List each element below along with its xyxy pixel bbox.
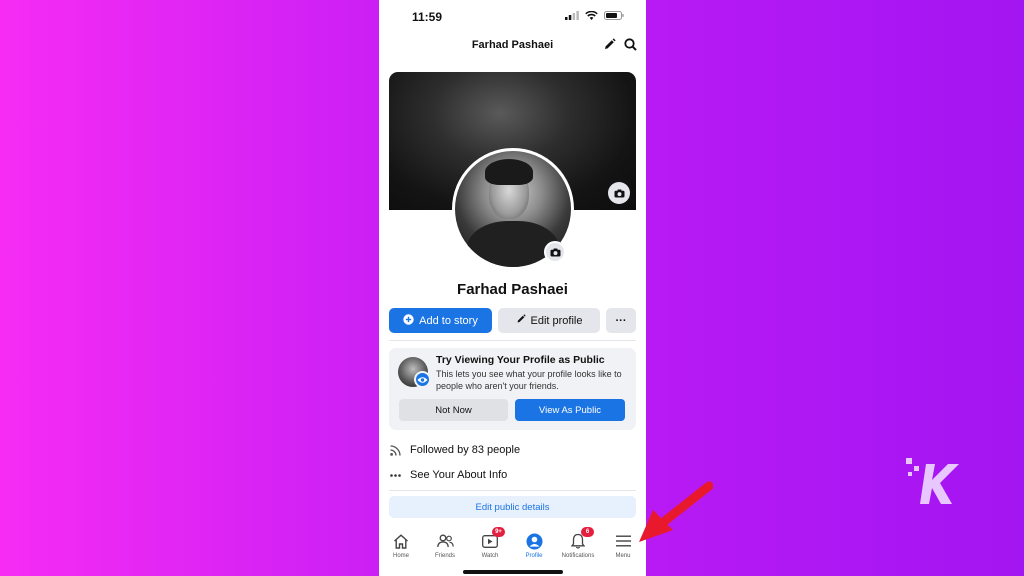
edit-profile-button[interactable]: Edit profile [498,308,600,333]
battery-icon [604,11,624,20]
card-description: This lets you see what your profile look… [436,369,622,391]
bell-icon: 6 [571,527,594,550]
status-bar: 11:59 [379,0,646,34]
pencil-icon[interactable] [603,38,616,56]
tab-profile[interactable]: Profile [512,522,556,562]
about-info-text: See Your About Info [410,469,508,481]
view-as-public-card: Try Viewing Your Profile as Public This … [389,348,636,430]
friends-icon [436,532,454,550]
edit-public-details-button[interactable]: Edit public details [389,496,636,518]
avatar-hair [485,159,533,185]
home-indicator [463,570,563,574]
tab-label: Profile [525,553,543,559]
tab-label: Watch [481,553,499,559]
status-time: 11:59 [412,10,443,24]
more-dots-icon [390,473,401,477]
cover-camera-icon[interactable] [608,182,630,204]
profile-icon [526,532,543,550]
pencil-icon [516,314,526,327]
not-now-button[interactable]: Not Now [399,399,508,421]
wifi-icon [585,11,598,20]
home-icon [393,532,409,550]
avatar-body [467,221,559,267]
watch-icon: 9+ [482,527,505,550]
rss-icon [390,444,401,456]
plus-circle-icon [403,313,414,328]
divider [389,340,636,341]
search-icon[interactable] [624,38,637,56]
status-icons [565,11,624,20]
menu-icon [615,532,631,550]
signal-icon [565,11,579,20]
followers-text: Followed by 83 people [410,444,521,456]
brand-logo-icon [904,454,964,510]
profile-actions: Add to story Edit profile ··· [389,308,636,333]
profile-name: Farhad Pashaei [457,281,568,298]
card-title: Try Viewing Your Profile as Public [436,354,605,366]
view-as-public-button[interactable]: View As Public [515,399,625,421]
bottom-tab-bar: Home Friends 9+ Watch Profile 6 Notifica… [379,522,646,568]
watch-badge: 9+ [492,527,505,537]
notifications-badge: 6 [581,527,594,537]
add-to-story-label: Add to story [419,314,478,327]
top-header: Farhad Pashaei [379,34,646,58]
tab-label: Friends [434,553,455,559]
add-to-story-button[interactable]: Add to story [389,308,492,333]
avatar-camera-icon[interactable] [544,241,566,263]
divider [389,490,636,491]
tab-home[interactable]: Home [379,522,423,562]
more-options-button[interactable]: ··· [606,308,636,333]
followers-row[interactable]: Followed by 83 people [390,442,520,458]
tab-label: Menu [615,553,631,559]
phone-screen: 11:59 Farhad Pashaei Farhad Pashaei Add … [379,0,646,576]
tab-label: Notifications [561,553,595,559]
eye-icon [414,371,431,388]
tab-friends[interactable]: Friends [423,522,467,562]
about-info-row[interactable]: See Your About Info [390,467,507,483]
tab-watch[interactable]: 9+ Watch [468,522,512,562]
tab-label: Home [392,553,409,559]
tab-notifications[interactable]: 6 Notifications [556,522,600,562]
edit-profile-label: Edit profile [530,314,583,327]
red-arrow-annotation [633,480,714,565]
